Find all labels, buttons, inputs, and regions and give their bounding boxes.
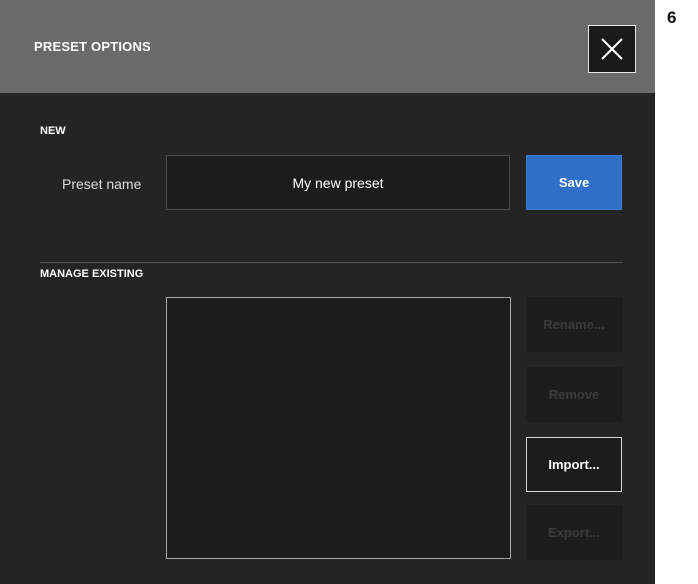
import-button[interactable]: Import... [526, 437, 622, 492]
export-button[interactable]: Export... [526, 505, 622, 560]
page-number: 6 [667, 8, 677, 27]
preset-name-label: Preset name [62, 176, 142, 192]
save-button[interactable]: Save [526, 155, 622, 210]
dialog-titlebar: PRESET OPTIONS [0, 0, 655, 93]
dialog-title: PRESET OPTIONS [34, 39, 151, 54]
close-button[interactable] [588, 25, 636, 73]
rename-button[interactable]: Rename... [526, 297, 622, 352]
preset-options-dialog: PRESET OPTIONS NEW Preset name Save MANA… [0, 0, 655, 584]
close-icon [601, 38, 623, 60]
preset-name-input[interactable] [166, 155, 510, 210]
preset-list[interactable] [166, 297, 511, 559]
section-divider [40, 262, 623, 263]
new-section-label: NEW [40, 125, 66, 137]
remove-button[interactable]: Remove [526, 367, 622, 422]
manage-existing-label: MANAGE EXISTING [40, 268, 144, 280]
